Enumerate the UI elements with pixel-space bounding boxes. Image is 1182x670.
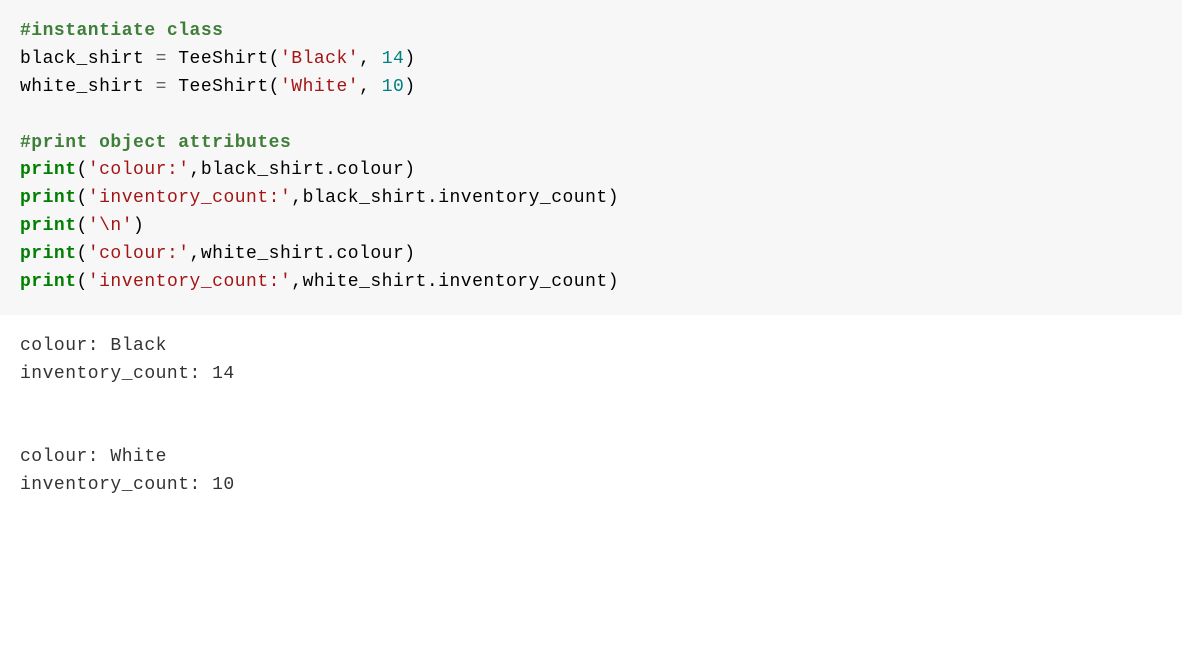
output-line: colour: Black [20, 333, 1162, 361]
code-number: 10 [382, 77, 405, 97]
output-blank [20, 417, 1162, 445]
code-builtin: print [20, 216, 77, 236]
code-text: ,black_shirt.colour) [190, 160, 416, 180]
code-text: ( [77, 244, 88, 264]
code-string: 'colour:' [88, 160, 190, 180]
code-number: 14 [382, 49, 405, 69]
code-text: TeeShirt( [167, 49, 280, 69]
code-builtin: print [20, 244, 77, 264]
code-text: , [359, 49, 382, 69]
code-string: '\n' [88, 216, 133, 236]
code-cell: #instantiate class black_shirt = TeeShirt… [0, 0, 1182, 315]
code-text: ( [77, 188, 88, 208]
output-cell: colour: Blackinventory_count: 14 colour:… [0, 315, 1182, 518]
output-line: inventory_count: 10 [20, 472, 1162, 500]
code-text: ,white_shirt.inventory_count) [291, 272, 619, 292]
output-content: colour: Blackinventory_count: 14 colour:… [20, 333, 1162, 500]
output-line: colour: White [20, 444, 1162, 472]
code-text: white_shirt [20, 77, 156, 97]
code-text: ) [133, 216, 144, 236]
code-operator: = [156, 49, 167, 69]
code-builtin: print [20, 272, 77, 292]
code-builtin: print [20, 160, 77, 180]
code-comment: #print object attributes [20, 133, 291, 153]
code-text: ) [404, 49, 415, 69]
output-blank [20, 389, 1162, 417]
output-line: inventory_count: 14 [20, 361, 1162, 389]
code-text: ( [77, 272, 88, 292]
code-operator: = [156, 77, 167, 97]
code-string: 'White' [280, 77, 359, 97]
code-text: TeeShirt( [167, 77, 280, 97]
code-builtin: print [20, 188, 77, 208]
code-text: ) [404, 77, 415, 97]
code-text: ( [77, 216, 88, 236]
code-string: 'Black' [280, 49, 359, 69]
code-comment: #instantiate class [20, 21, 223, 41]
code-text: ,black_shirt.inventory_count) [291, 188, 619, 208]
code-text: ( [77, 160, 88, 180]
code-string: 'colour:' [88, 244, 190, 264]
code-content: #instantiate class black_shirt = TeeShirt… [20, 18, 1162, 297]
code-text: ,white_shirt.colour) [190, 244, 416, 264]
code-string: 'inventory_count:' [88, 272, 291, 292]
code-string: 'inventory_count:' [88, 188, 291, 208]
code-text: , [359, 77, 382, 97]
code-text: black_shirt [20, 49, 156, 69]
